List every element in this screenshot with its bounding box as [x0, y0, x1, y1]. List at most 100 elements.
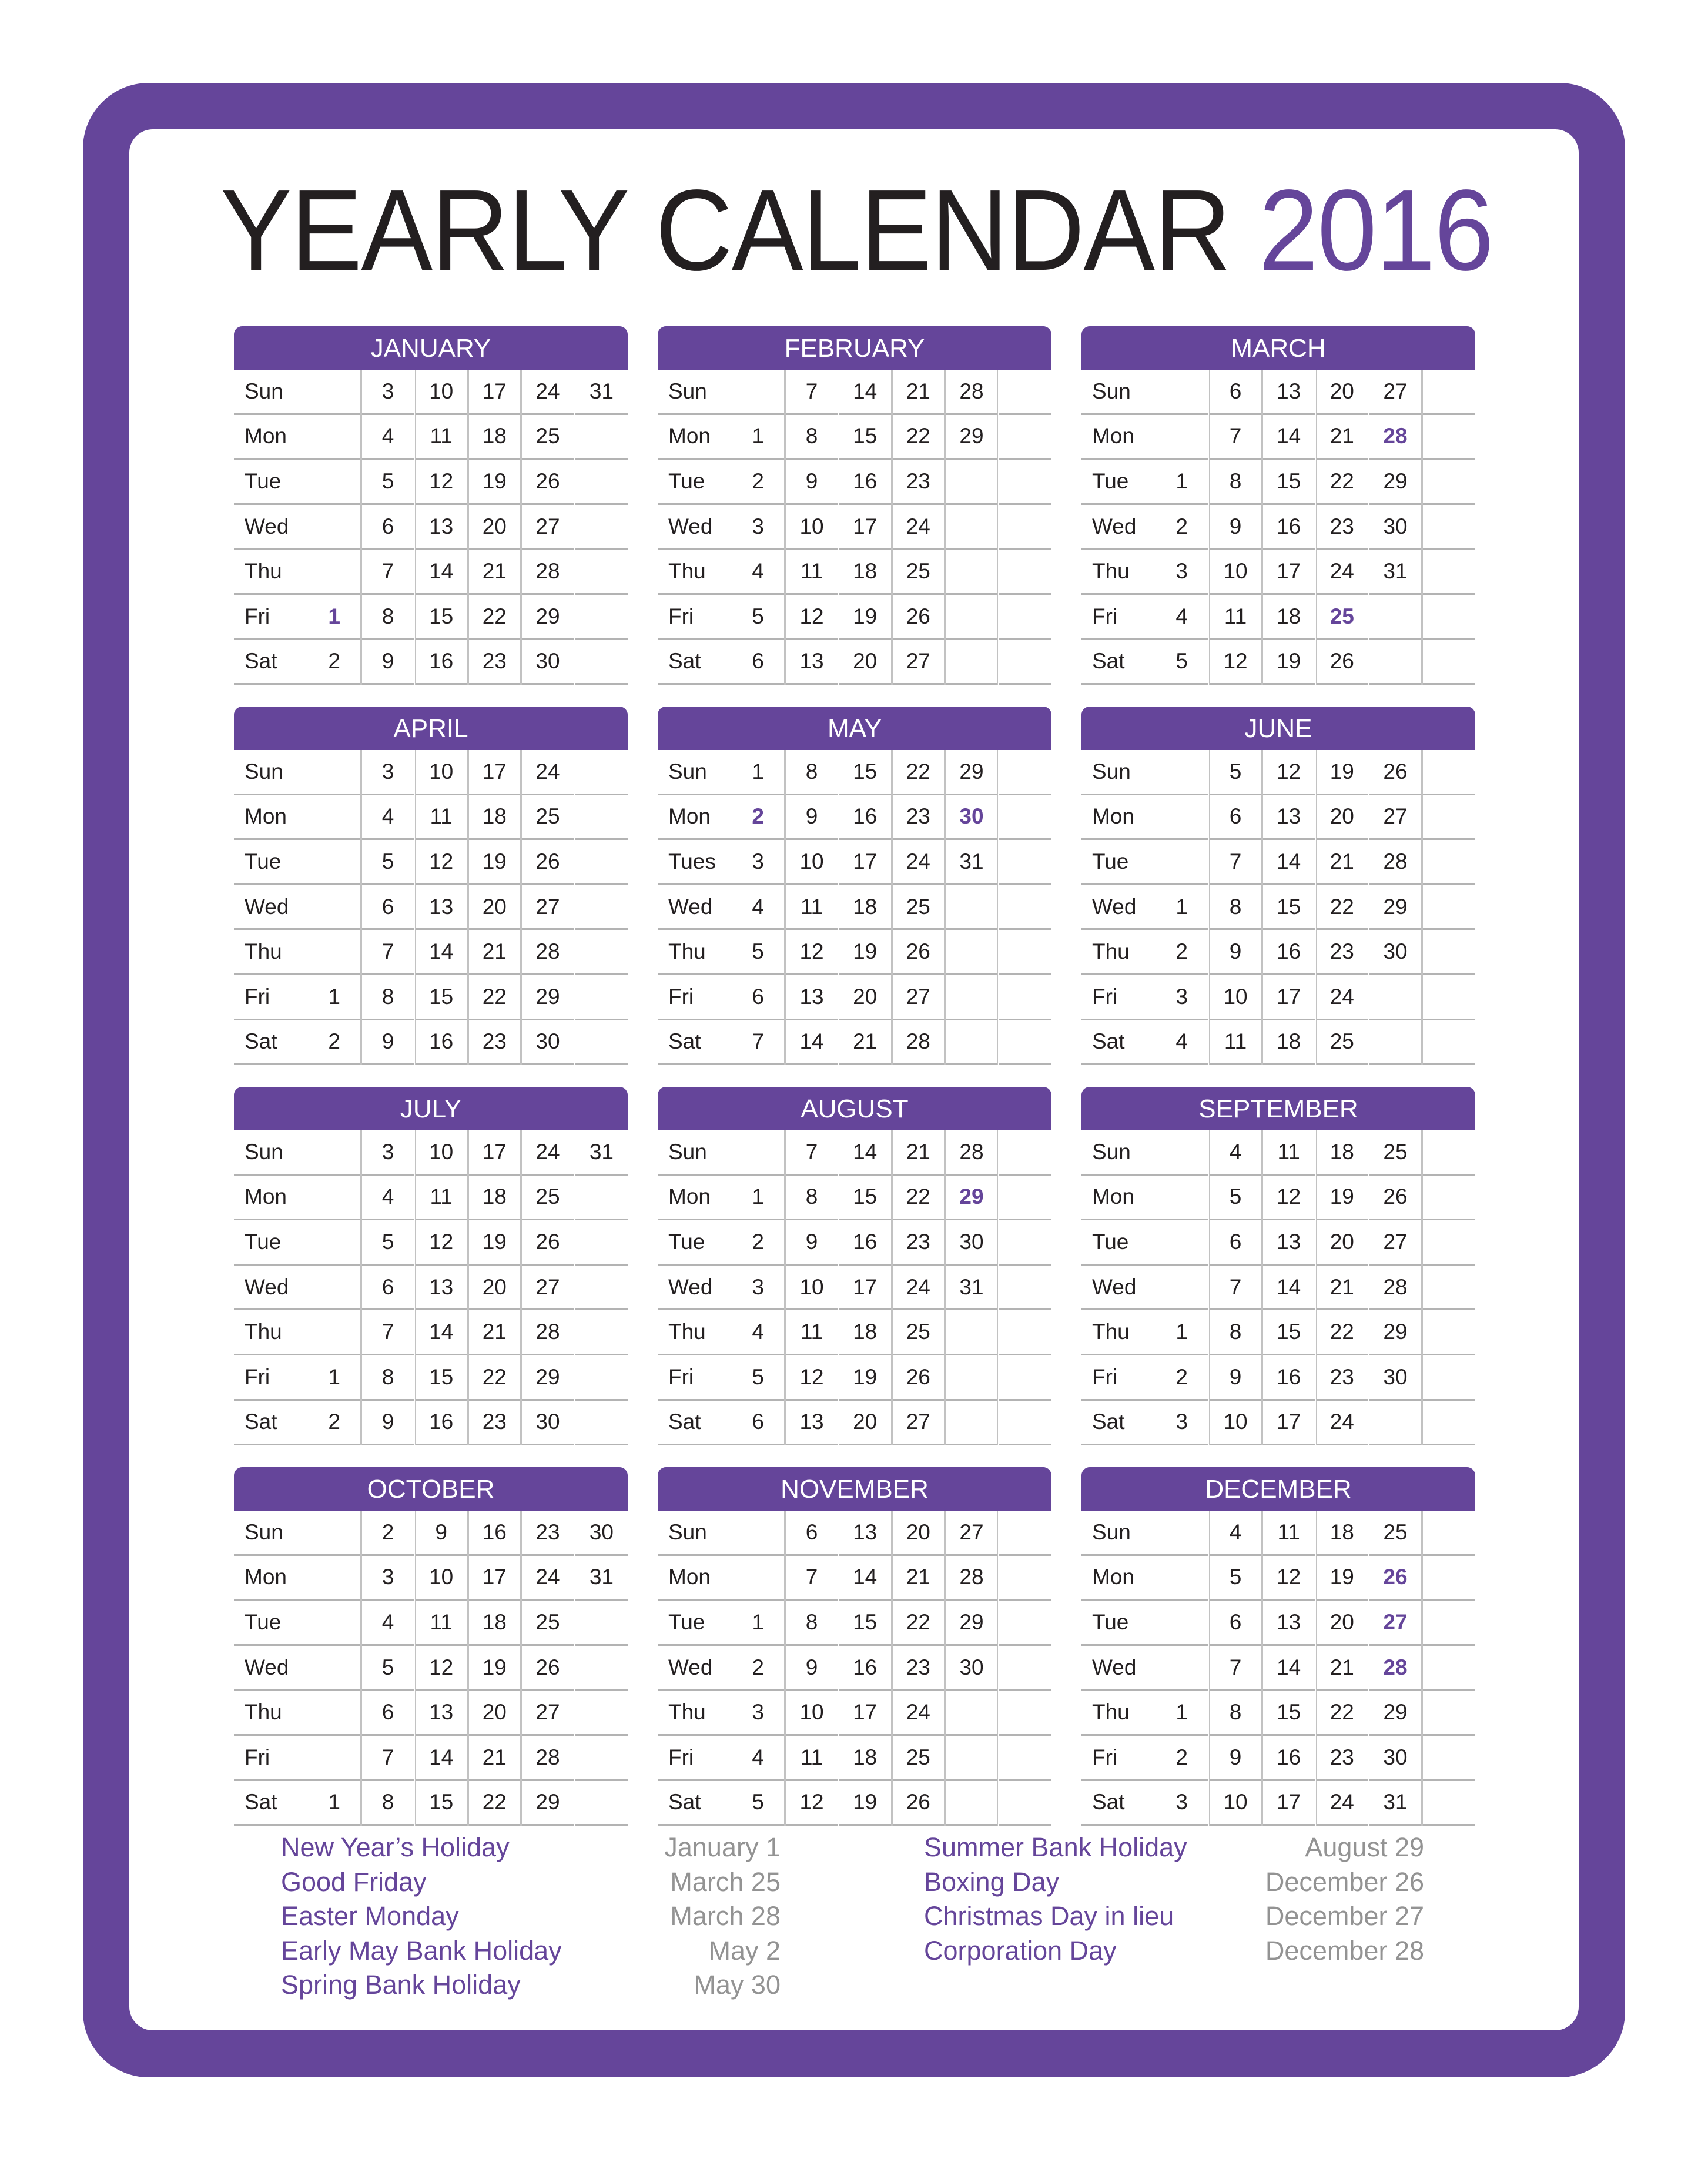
date-cell: 21 [1314, 414, 1369, 460]
date-cell: 2 [308, 639, 361, 685]
month-grid: Sun 5 12 19 26 Mon 6 13 20 27 Tue 7 14 21 28 Wed 1 8 15 22 2… [1081, 750, 1475, 1066]
month-header: AUGUST [658, 1087, 1051, 1130]
weekday-label: Thu [658, 1689, 732, 1736]
date-cell: 22 [467, 1354, 521, 1401]
week-day-row: Thu 4 11 18 25 [658, 1309, 1051, 1355]
date-cell: 30 [1368, 929, 1422, 975]
date-cell: 3 [360, 1555, 415, 1601]
date-cell: 19 [837, 929, 892, 975]
week-day-row: Sat 5 12 19 26 [1081, 639, 1475, 685]
date-cell: 4 [360, 1174, 415, 1221]
empty-day-cell [944, 639, 999, 685]
date-cell: 27 [890, 974, 945, 1020]
date-cell: 2 [308, 1019, 361, 1066]
date-cell: 16 [413, 1400, 468, 1446]
empty-day-cell [1156, 1174, 1209, 1221]
date-cell: 21 [1314, 1264, 1369, 1311]
holiday-date: December 27 [1265, 1901, 1424, 1932]
date-cell: 27 [520, 1264, 575, 1311]
empty-day-cell [997, 1555, 1051, 1601]
date-cell: 21 [890, 1555, 945, 1601]
week-day-row: Fri 5 12 19 26 [658, 1354, 1051, 1401]
empty-day-cell [308, 370, 361, 415]
date-cell: 1 [308, 1354, 361, 1401]
date-cell: 13 [1261, 370, 1315, 415]
date-cell: 26 [890, 1780, 945, 1826]
week-day-row: Tue 2 9 16 23 [658, 458, 1051, 505]
date-cell: 14 [1261, 1645, 1315, 1691]
empty-day-cell [573, 1689, 628, 1736]
weekday-label: Mon [234, 1555, 309, 1601]
empty-day-cell [308, 794, 361, 841]
date-cell: 19 [1261, 639, 1315, 685]
date-cell: 29 [520, 594, 575, 640]
empty-day-cell [1421, 929, 1475, 975]
date-cell: 23 [467, 1019, 521, 1066]
date-cell: 3 [732, 504, 785, 550]
date-cell: 5 [360, 1645, 415, 1691]
empty-day-cell [1156, 1130, 1209, 1176]
empty-day-cell [1421, 548, 1475, 595]
date-cell: 6 [732, 1400, 785, 1446]
date-cell: 12 [1261, 1555, 1315, 1601]
date-cell: 12 [784, 1354, 839, 1401]
month-header: MAY [658, 707, 1051, 750]
date-cell: 25 [520, 1174, 575, 1221]
date-cell: 14 [413, 1309, 468, 1355]
empty-day-cell [1156, 414, 1209, 460]
date-cell: 11 [784, 548, 839, 595]
empty-day-cell [308, 1219, 361, 1266]
week-day-row: Thu 6 13 20 27 [234, 1689, 628, 1736]
empty-day-cell [997, 458, 1051, 505]
date-cell: 31 [573, 1130, 628, 1176]
date-cell: 25 [890, 884, 945, 930]
month-header: APRIL [234, 707, 628, 750]
date-cell: 6 [360, 884, 415, 930]
date-cell: 27 [890, 1400, 945, 1446]
month-may: MAY Sun 1 8 15 22 29 Mon 2 9 16 23 30 Tues 3 10 17 24 31 We… [658, 707, 1051, 1066]
date-cell: 24 [520, 370, 575, 415]
week-day-row: Tue 5 12 19 26 [234, 458, 628, 505]
date-cell: 1 [732, 1599, 785, 1646]
empty-day-cell [573, 548, 628, 595]
date-cell: 18 [1314, 1130, 1369, 1176]
date-cell: 18 [837, 1309, 892, 1355]
empty-day-cell [944, 548, 999, 595]
holiday-date: January 1 [664, 1832, 781, 1862]
week-day-row: Tue 5 12 19 26 [234, 839, 628, 885]
date-cell: 9 [413, 1511, 468, 1556]
date-cell: 17 [1261, 974, 1315, 1020]
date-cell: 9 [784, 1645, 839, 1691]
date-cell: 26 [890, 929, 945, 975]
empty-day-cell [1421, 1309, 1475, 1355]
holiday-date: December 26 [1265, 1866, 1424, 1897]
week-day-row: Sun 6 13 20 27 [1081, 370, 1475, 415]
date-cell: 26 [1368, 1174, 1422, 1221]
month-grid: Sun 3 10 17 24 31 Mon 4 11 18 25 Tue 5 12 19 26 Wed 6 13 20… [234, 370, 628, 685]
date-cell: 30 [1368, 504, 1422, 550]
date-cell: 8 [784, 1174, 839, 1221]
week-day-row: Wed 4 11 18 25 [658, 884, 1051, 930]
weekday-label: Sun [234, 1511, 309, 1556]
empty-day-cell [1156, 1599, 1209, 1646]
weekday-label: Sun [658, 1130, 732, 1176]
date-cell: 17 [837, 839, 892, 885]
date-cell: 3 [732, 1264, 785, 1311]
weekday-label: Mon [658, 794, 732, 841]
date-cell: 15 [413, 1354, 468, 1401]
date-cell: 29 [1368, 458, 1422, 505]
holiday-name: Early May Bank Holiday [281, 1935, 562, 1966]
week-day-row: Mon 7 14 21 28 [658, 1555, 1051, 1601]
date-cell: 17 [467, 370, 521, 415]
date-cell: 30 [520, 639, 575, 685]
holiday-date-cell: 25 [1314, 594, 1369, 640]
empty-day-cell [308, 458, 361, 505]
week-day-row: Sat 7 14 21 28 [658, 1019, 1051, 1066]
week-day-row: Tue 7 14 21 28 [1081, 839, 1475, 885]
date-cell: 24 [890, 1689, 945, 1736]
month-grid: Sun 6 13 20 27 Mon 7 14 21 28 Tue 1 8 15 22 29 Wed 2 9 16 23… [1081, 370, 1475, 685]
date-cell: 25 [520, 794, 575, 841]
week-day-row: Mon 7 14 21 28 [1081, 414, 1475, 460]
date-cell: 21 [837, 1019, 892, 1066]
week-day-row: Fri 3 10 17 24 [1081, 974, 1475, 1020]
